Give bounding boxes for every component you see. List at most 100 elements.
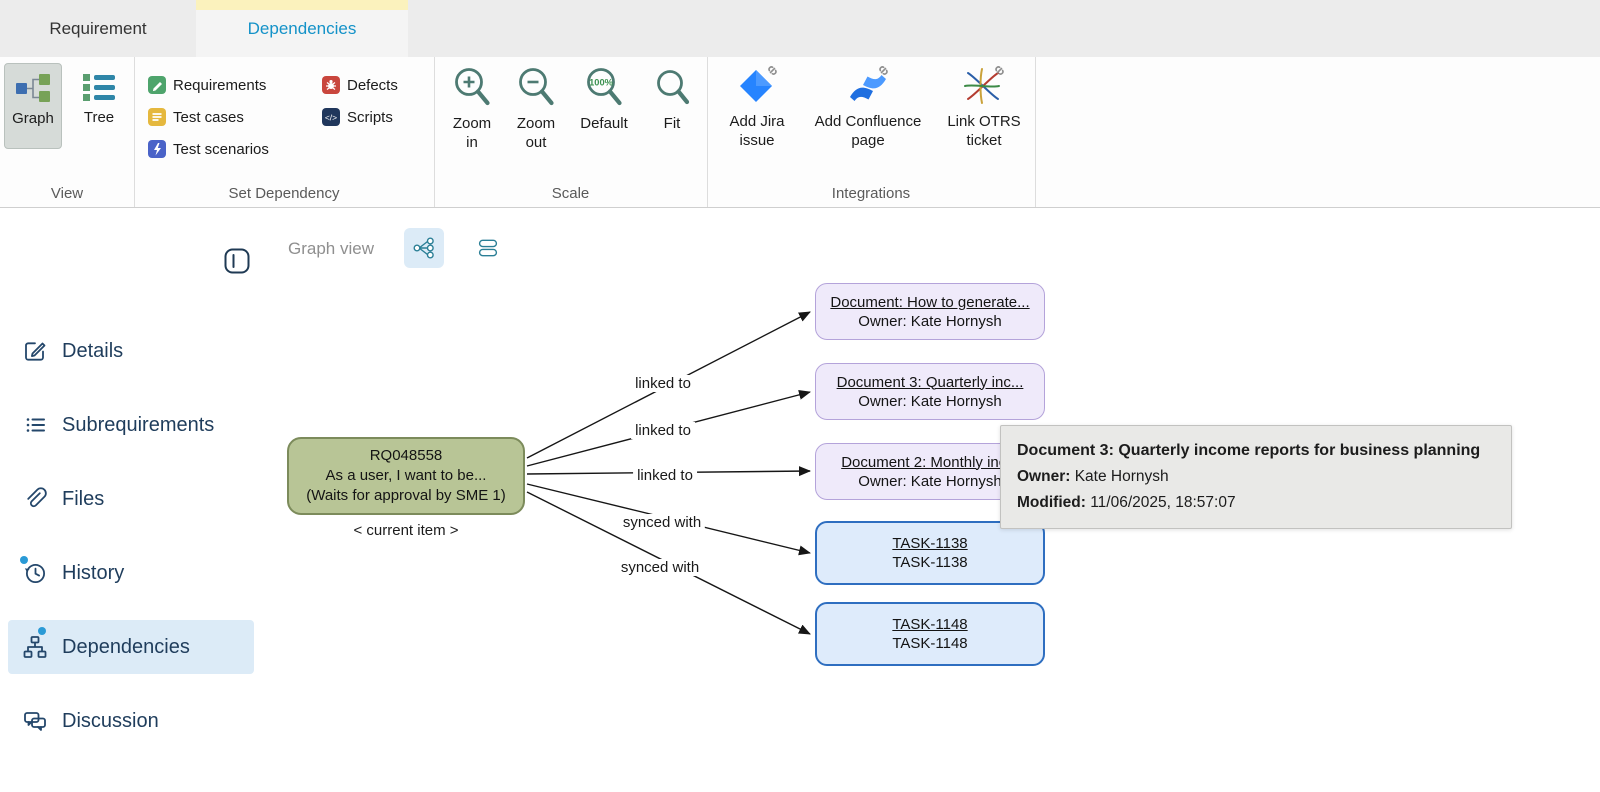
scale-group-label: Scale: [434, 185, 707, 202]
current-node-id: RQ048558: [370, 446, 443, 466]
graph-layout-toggle[interactable]: [404, 228, 444, 268]
discussion-icon: [22, 708, 48, 734]
ribbon-group-scale: Zoom in Zoom out 100% Default: [434, 57, 708, 207]
tree-view-button[interactable]: Tree: [70, 63, 128, 149]
zoom-out-label: Zoom out: [513, 115, 559, 153]
default-scale-badge: 100%: [589, 78, 614, 88]
test-scenarios-label: Test scenarios: [173, 141, 269, 158]
zoom-in-icon: [451, 65, 493, 111]
sidebar-item-files[interactable]: Files: [22, 479, 104, 519]
task-node-link[interactable]: TASK-1148: [892, 616, 967, 633]
active-tab-indicator: [196, 0, 408, 10]
svg-text:</>: </>: [325, 113, 337, 123]
set-dependency-requirements-button[interactable]: Requirements: [148, 75, 266, 95]
dependencies-notification-dot: [38, 627, 46, 635]
sidebar-item-discussion[interactable]: Discussion: [22, 701, 159, 741]
edge-label: linked to: [633, 467, 697, 484]
history-icon: [22, 560, 48, 586]
requirements-label: Requirements: [173, 77, 266, 94]
sidebar-item-details[interactable]: Details: [22, 331, 123, 371]
task-node[interactable]: TASK-1138 TASK-1138: [815, 521, 1045, 585]
sidebar-item-dependencies[interactable]: Dependencies: [22, 627, 190, 667]
fit-scale-icon: [651, 65, 693, 111]
integrations-group-label: Integrations: [707, 185, 1035, 202]
scripts-icon: </>: [322, 108, 340, 126]
tooltip-owner-row: Owner: Kate Hornysh: [1017, 464, 1495, 490]
link-otrs-ticket-label: Link OTRS ticket: [942, 113, 1026, 151]
app-window: Requirement Dependencies Graph: [0, 0, 1600, 792]
tooltip-modified-label: Modified:: [1017, 494, 1086, 511]
current-item-caption: < current item >: [287, 522, 525, 539]
tooltip-modified-value: 11/06/2025, 18:57:07: [1090, 494, 1235, 511]
document-node-link[interactable]: Document: How to generate...: [830, 294, 1029, 311]
requirements-icon: [148, 76, 166, 94]
ribbon-toolbar: Graph Tree View Requirements: [0, 57, 1600, 208]
add-jira-issue-label: Add Jira issue: [717, 113, 797, 151]
set-dependency-defects-button[interactable]: Defects: [322, 75, 398, 95]
fit-scale-label: Fit: [664, 115, 681, 134]
task-node-id: TASK-1148: [892, 635, 967, 652]
dependencies-icon: [22, 634, 48, 660]
otrs-icon: [962, 65, 1006, 109]
graph-layout-icon: [410, 234, 438, 262]
tooltip-title: Document 3: Quarterly income reports for…: [1017, 438, 1495, 464]
edge-label: synced with: [619, 514, 705, 531]
sidebar-item-files-label: Files: [62, 488, 104, 511]
set-dependency-scripts-button[interactable]: </> Scripts: [322, 107, 393, 127]
graph-view-button[interactable]: Graph: [4, 63, 62, 149]
sidebar-item-history-label: History: [62, 562, 124, 585]
tree-view-label: Tree: [84, 109, 114, 126]
tooltip-modified-row: Modified: 11/06/2025, 18:57:07: [1017, 490, 1495, 516]
tooltip-owner-value: Kate Hornysh: [1075, 468, 1169, 485]
tab-requirement-label: Requirement: [49, 19, 146, 39]
tree-icon: [80, 71, 118, 103]
document-node-owner: Owner: Kate Hornysh: [858, 393, 1001, 410]
ribbon-group-set-dependency: Requirements Test cases Test scenarios: [134, 57, 435, 207]
set-dependency-test-cases-button[interactable]: Test cases: [148, 107, 244, 127]
default-scale-label: Default: [580, 115, 628, 134]
fit-scale-button[interactable]: Fit: [647, 65, 697, 134]
document-node[interactable]: Document 3: Quarterly inc... Owner: Kate…: [815, 363, 1045, 420]
test-scenarios-icon: [148, 140, 166, 158]
test-cases-icon: [148, 108, 166, 126]
view-group-label: View: [0, 185, 134, 202]
tab-requirement[interactable]: Requirement: [0, 0, 196, 57]
zoom-out-button[interactable]: Zoom out: [513, 65, 559, 153]
document-node[interactable]: Document: How to generate... Owner: Kate…: [815, 283, 1045, 340]
task-node-id: TASK-1138: [892, 554, 967, 571]
list-layout-toggle[interactable]: [468, 228, 508, 268]
document-node-link[interactable]: Document 3: Quarterly inc...: [837, 374, 1024, 391]
ribbon-group-integrations: Add Jira issue Add Confluence page: [707, 57, 1036, 207]
add-jira-issue-button[interactable]: Add Jira issue: [717, 65, 797, 151]
add-confluence-page-button[interactable]: Add Confluence page: [810, 65, 926, 151]
scripts-label: Scripts: [347, 109, 393, 126]
dependencies-canvas: Graph view: [0, 208, 1600, 792]
view-mode-label: Graph view: [288, 239, 374, 259]
node-tooltip: Document 3: Quarterly income reports for…: [1000, 425, 1512, 529]
current-requirement-node[interactable]: RQ048558 As a user, I want to be... (Wai…: [287, 437, 525, 515]
set-dependency-test-scenarios-button[interactable]: Test scenarios: [148, 139, 269, 159]
default-scale-button[interactable]: 100% Default: [572, 65, 636, 134]
sidebar-item-history[interactable]: History: [22, 553, 124, 593]
task-node-link[interactable]: TASK-1138: [892, 535, 967, 552]
graph-icon: [14, 72, 52, 104]
defects-icon: [322, 76, 340, 94]
ribbon-group-view: Graph Tree View: [0, 57, 135, 207]
paperclip-icon: [22, 486, 48, 512]
sidebar-item-subrequirements[interactable]: Subrequirements: [22, 405, 214, 445]
zoom-in-label: Zoom in: [449, 115, 495, 153]
confluence-icon: [846, 65, 890, 109]
document-node-link[interactable]: Document 2: Monthly inc...: [841, 454, 1019, 471]
link-otrs-ticket-button[interactable]: Link OTRS ticket: [942, 65, 1026, 151]
tab-dependencies[interactable]: Dependencies: [196, 0, 408, 57]
edge-label: synced with: [617, 559, 703, 576]
subrequirements-icon: [22, 412, 48, 438]
collapse-sidebar-button[interactable]: [222, 246, 252, 276]
tooltip-owner-label: Owner:: [1017, 468, 1070, 485]
top-tab-bar: Requirement Dependencies: [0, 0, 1600, 57]
task-node[interactable]: TASK-1148 TASK-1148: [815, 602, 1045, 666]
sidebar-item-details-label: Details: [62, 340, 123, 363]
zoom-in-button[interactable]: Zoom in: [449, 65, 495, 153]
list-layout-icon: [474, 234, 502, 262]
defects-label: Defects: [347, 77, 398, 94]
